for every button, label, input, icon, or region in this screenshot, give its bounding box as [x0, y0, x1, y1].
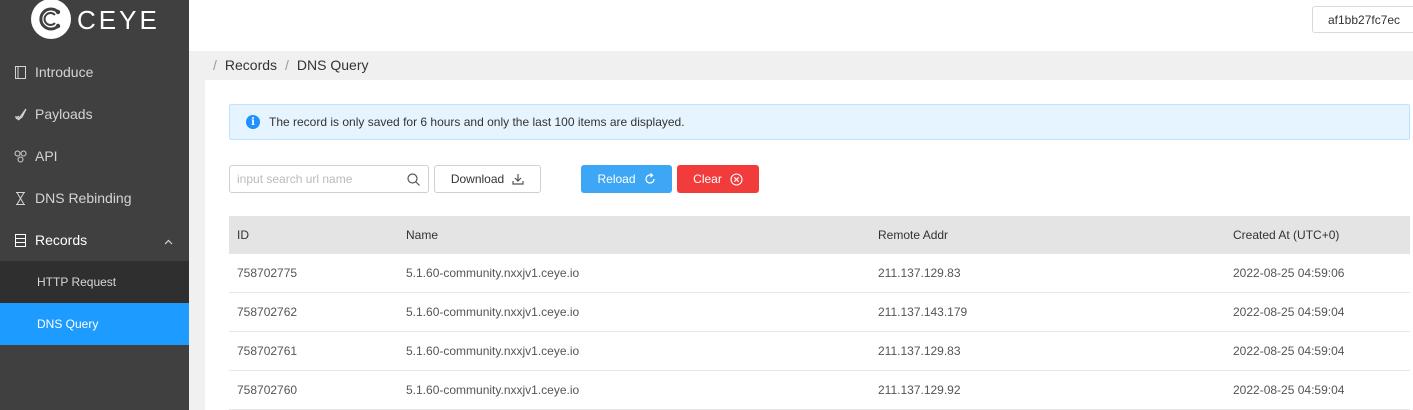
- table-header: ID Name Remote Addr Created At (UTC+0): [229, 216, 1410, 254]
- column-header-name: Name: [406, 228, 439, 242]
- book-icon: [14, 65, 27, 79]
- cell-id: 758702760: [237, 383, 298, 397]
- cell-remote-addr: 211.137.143.179: [878, 305, 968, 319]
- sidebar-item-api[interactable]: API: [0, 135, 189, 177]
- sidebar-item-payloads[interactable]: Payloads: [0, 93, 189, 135]
- breadcrumb-records[interactable]: Records: [225, 57, 277, 73]
- cell-id: 758702775: [237, 266, 298, 280]
- cell-remote-addr: 211.137.129.83: [878, 344, 961, 358]
- column-header-created-at: Created At (UTC+0): [1233, 228, 1340, 242]
- main-content: i The record is only saved for 6 hours a…: [205, 80, 1413, 410]
- logo-text: CEYE: [77, 4, 160, 35]
- cell-id: 758702761: [237, 344, 298, 358]
- api-icon: [14, 150, 27, 163]
- records-table: ID Name Remote Addr Created At (UTC+0) 7…: [229, 216, 1410, 410]
- search-box: [229, 165, 429, 193]
- reload-label: Reload: [597, 172, 636, 186]
- sidebar-item-records[interactable]: Records: [0, 219, 189, 261]
- info-alert: i The record is only saved for 6 hours a…: [229, 104, 1410, 140]
- download-label: Download: [450, 172, 505, 186]
- database-icon: [14, 233, 27, 247]
- cell-name: 5.1.60-community.nxxjv1.ceye.io: [406, 266, 580, 280]
- sidebar-item-introduce[interactable]: Introduce: [0, 51, 189, 93]
- user-identifier: af1bb27fc7ec: [1328, 12, 1401, 27]
- cell-name: 5.1.60-community.nxxjv1.ceye.io: [406, 305, 580, 319]
- breadcrumb-dns-query: DNS Query: [296, 57, 369, 73]
- cell-id: 758702762: [237, 305, 298, 319]
- reload-icon: [644, 173, 656, 185]
- table-row: 758702761 5.1.60-community.nxxjv1.ceye.i…: [229, 332, 1410, 371]
- clear-label: Clear: [693, 172, 722, 186]
- cell-name: 5.1.60-community.nxxjv1.ceye.io: [406, 344, 580, 358]
- sidebar-item-label: Introduce: [35, 64, 94, 80]
- table-row: 758702760 5.1.60-community.nxxjv1.ceye.i…: [229, 371, 1410, 410]
- cell-created-at: 2022-08-25 04:59:06: [1233, 266, 1345, 280]
- rocket-icon: [14, 108, 27, 121]
- clear-button[interactable]: Clear: [677, 165, 759, 193]
- sidebar-menu: Introduce Payloads API DNS Rebinding Rec…: [0, 51, 189, 345]
- ceye-logo-icon: [31, 0, 71, 39]
- search-icon[interactable]: [407, 173, 420, 191]
- download-icon: [512, 173, 524, 185]
- alert-text: The record is only saved for 6 hours and…: [269, 115, 685, 129]
- breadcrumb-separator: /: [213, 57, 217, 73]
- column-header-id: ID: [237, 228, 249, 242]
- sidebar: CEYE Introduce Payloads API DNS Rebindin…: [0, 0, 189, 410]
- chevron-up-icon: [164, 232, 173, 248]
- hourglass-icon: [14, 191, 27, 205]
- user-dropdown[interactable]: af1bb27fc7ec: [1312, 6, 1413, 33]
- sidebar-item-label: Payloads: [35, 106, 93, 122]
- breadcrumb-separator: /: [285, 57, 289, 73]
- reload-button[interactable]: Reload: [581, 165, 672, 193]
- records-submenu: HTTP Request DNS Query: [0, 261, 189, 345]
- info-icon: i: [246, 115, 260, 129]
- download-button[interactable]: Download: [434, 165, 541, 193]
- cell-created-at: 2022-08-25 04:59:04: [1233, 344, 1345, 358]
- table-row: 758702762 5.1.60-community.nxxjv1.ceye.i…: [229, 293, 1410, 332]
- toolbar: Download Reload Clear: [229, 165, 1410, 193]
- cell-created-at: 2022-08-25 04:59:04: [1233, 305, 1345, 319]
- sidebar-item-label: DNS Rebinding: [35, 190, 132, 206]
- sidebar-item-label: API: [35, 148, 58, 164]
- top-header: af1bb27fc7ec: [189, 0, 1413, 51]
- cell-remote-addr: 211.137.129.83: [878, 266, 961, 280]
- search-input[interactable]: [230, 166, 400, 192]
- cell-created-at: 2022-08-25 04:59:04: [1233, 383, 1345, 397]
- cell-remote-addr: 211.137.129.92: [878, 383, 961, 397]
- sidebar-item-dns-query[interactable]: DNS Query: [0, 303, 189, 345]
- cell-name: 5.1.60-community.nxxjv1.ceye.io: [406, 383, 580, 397]
- breadcrumb: / Records / DNS Query: [189, 51, 1413, 79]
- logo[interactable]: CEYE: [0, 0, 189, 40]
- column-header-remote-addr: Remote Addr: [878, 228, 949, 242]
- close-circle-icon: [730, 172, 743, 186]
- sidebar-item-label: Records: [35, 232, 88, 248]
- table-row: 758702775 5.1.60-community.nxxjv1.ceye.i…: [229, 254, 1410, 293]
- sidebar-item-http-request[interactable]: HTTP Request: [0, 261, 189, 303]
- sidebar-item-dns-rebinding[interactable]: DNS Rebinding: [0, 177, 189, 219]
